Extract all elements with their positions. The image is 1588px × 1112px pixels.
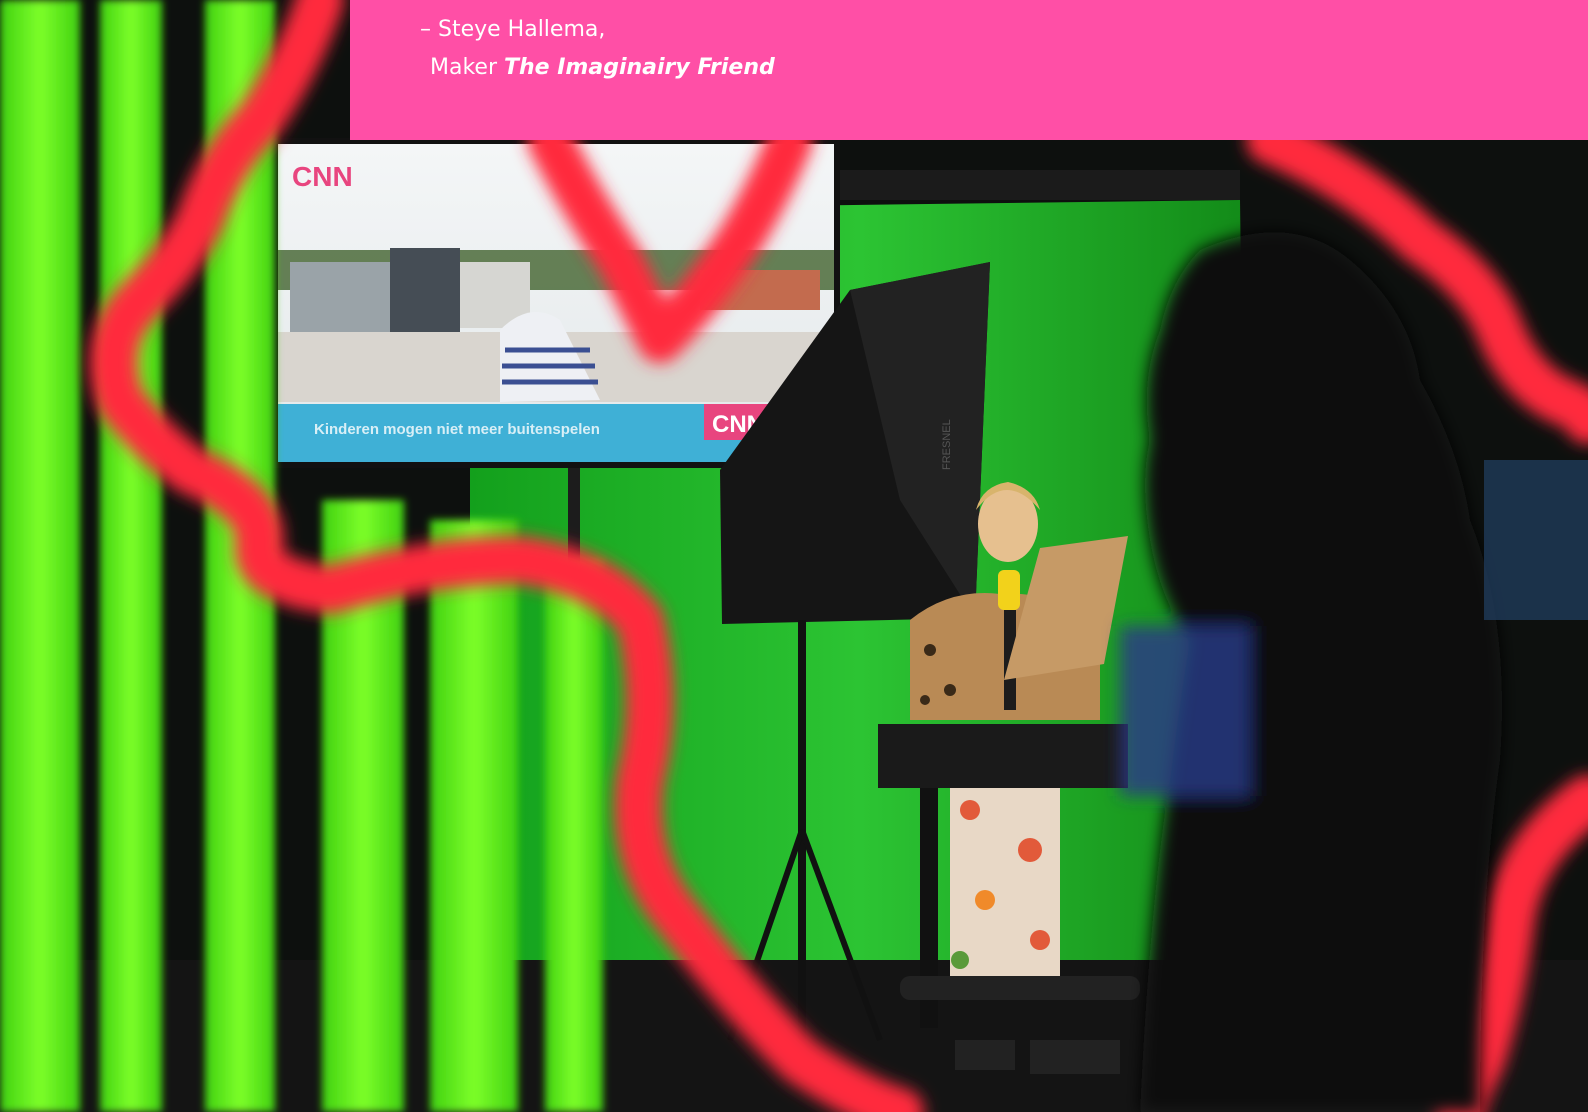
stool (900, 976, 1140, 1000)
right-monitor (1484, 460, 1588, 620)
attribution-name: – Steye Hallema, (420, 17, 606, 42)
quote-box: – Steye Hallema, Maker The Imaginairy Fr… (350, 0, 1588, 140)
desk (878, 724, 1128, 788)
attribution-role-line: Maker The Imaginairy Friend (420, 49, 775, 87)
tv-ticker-text: Kinderen mogen niet meer buitenspelen (314, 421, 600, 438)
attribution-work: The Imaginairy Friend (504, 55, 775, 80)
attribution-role: Maker (430, 55, 497, 80)
photo-scene: CNN Kinderen mogen niet meer buitenspele… (0, 0, 1588, 1112)
quote-attribution: – Steye Hallema, Maker The Imaginairy Fr… (420, 11, 775, 87)
tv-logo-top: CNN (292, 161, 353, 192)
softbox-brand: FRESNEL (941, 419, 953, 470)
